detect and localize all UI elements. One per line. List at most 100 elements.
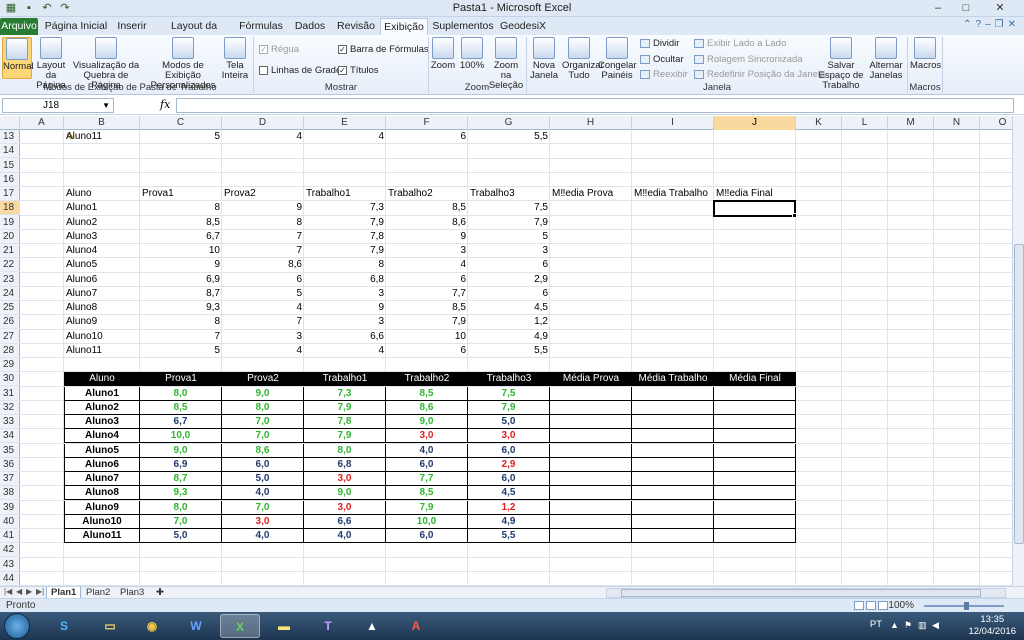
clock[interactable]: 13:35 12/04/2016: [968, 614, 1016, 638]
row-header-41[interactable]: 41: [0, 529, 20, 543]
table-cell[interactable]: 8,5: [386, 486, 468, 501]
table-cell[interactable]: [550, 443, 632, 458]
cell-value[interactable]: 8: [304, 258, 386, 272]
table-cell[interactable]: 9,3: [140, 486, 222, 501]
table-cell[interactable]: 8,0: [140, 500, 222, 515]
table-cell[interactable]: 6,0: [468, 472, 550, 486]
cell-student-name[interactable]: Aluno5: [64, 258, 140, 272]
table-cell[interactable]: [632, 457, 714, 472]
cell-value[interactable]: 7: [222, 230, 304, 244]
table-cell[interactable]: 4,5: [468, 486, 550, 501]
table-header-cell[interactable]: Prova2: [222, 372, 304, 387]
column-header-g[interactable]: G: [468, 116, 550, 130]
row-header-34[interactable]: 34: [0, 429, 20, 444]
cell-value[interactable]: 6: [468, 287, 550, 301]
name-box[interactable]: J18 ▼: [2, 98, 114, 113]
hide-button[interactable]: Ocultar: [640, 54, 684, 65]
table-cell[interactable]: [632, 400, 714, 415]
cell-header[interactable]: Aluno: [64, 187, 140, 201]
table-cell[interactable]: 3,0: [222, 514, 304, 529]
acrobat-icon[interactable]: A: [396, 614, 436, 638]
table-student-name[interactable]: Aluno10: [64, 514, 140, 529]
table-cell[interactable]: 6,0: [468, 443, 550, 458]
cell-value[interactable]: 9: [222, 201, 304, 215]
table-header-cell[interactable]: Prova1: [140, 372, 222, 387]
column-header-k[interactable]: K: [796, 116, 842, 130]
table-student-name[interactable]: Aluno9: [64, 500, 140, 515]
row-header-32[interactable]: 32: [0, 401, 20, 415]
cell-header[interactable]: Prova1: [140, 187, 222, 201]
table-cell[interactable]: 5,5: [468, 529, 550, 543]
table-cell[interactable]: [632, 443, 714, 458]
zoom-slider-knob[interactable]: [964, 602, 969, 610]
cell-value[interactable]: 9: [304, 301, 386, 315]
column-header-h[interactable]: H: [550, 116, 632, 130]
macros-button[interactable]: Macros: [910, 37, 941, 79]
cell-header[interactable]: M‼edia Final: [714, 187, 796, 201]
table-header-cell[interactable]: Aluno: [64, 372, 140, 387]
cell-value[interactable]: 7,3: [304, 201, 386, 215]
table-cell[interactable]: [714, 500, 796, 515]
cell-value[interactable]: 5,5: [468, 344, 550, 358]
inkscape-icon[interactable]: ▲: [352, 614, 392, 638]
insert-function-icon[interactable]: fx: [160, 98, 170, 111]
cell-header[interactable]: Trabalho2: [386, 187, 468, 201]
help-icon[interactable]: ?: [976, 19, 982, 30]
column-header-n[interactable]: N: [934, 116, 980, 130]
action-center-icon[interactable]: ⚑: [904, 620, 914, 630]
page-break-status-icon[interactable]: [878, 601, 888, 610]
cell-value[interactable]: 5: [140, 344, 222, 358]
table-cell[interactable]: 3,0: [468, 429, 550, 444]
workbook-restore-icon[interactable]: ❐: [995, 19, 1004, 30]
table-cell[interactable]: 6,0: [386, 529, 468, 543]
table-cell[interactable]: 7,9: [468, 400, 550, 415]
cell-value[interactable]: 6: [468, 258, 550, 272]
volume-icon[interactable]: ◀: [932, 620, 942, 630]
first-sheet-icon[interactable]: |◀: [4, 587, 12, 596]
table-cell[interactable]: 8,6: [386, 400, 468, 415]
table-cell[interactable]: [550, 400, 632, 415]
row-header-18[interactable]: 18: [0, 201, 20, 216]
cell-value[interactable]: 7: [140, 330, 222, 344]
row-header-13[interactable]: 13: [0, 130, 20, 144]
table-student-name[interactable]: Aluno5: [64, 443, 140, 458]
formula-input[interactable]: [176, 98, 1014, 113]
cell-value[interactable]: 7,9: [386, 315, 468, 329]
row-header-38[interactable]: 38: [0, 486, 20, 501]
cell-header[interactable]: M‼edia Prova: [550, 187, 632, 201]
cell-value[interactable]: 8,5: [386, 301, 468, 315]
row-header-22[interactable]: 22: [0, 258, 20, 273]
arrange-all-button[interactable]: Organizar Tudo: [562, 37, 604, 81]
cell-value[interactable]: 1,2: [468, 315, 550, 329]
table-cell[interactable]: 8,7: [140, 472, 222, 486]
table-header-cell[interactable]: Média Prova: [550, 372, 632, 387]
table-cell[interactable]: 9,0: [386, 415, 468, 429]
row-header-37[interactable]: 37: [0, 472, 20, 486]
table-header-cell[interactable]: Trabalho2: [386, 372, 468, 387]
reset-window-position-button[interactable]: Redefinir Posição da Janela: [694, 69, 825, 80]
table-cell[interactable]: 6,7: [140, 415, 222, 429]
network-icon[interactable]: ▥: [918, 620, 928, 630]
table-cell[interactable]: [550, 415, 632, 429]
column-header-f[interactable]: F: [386, 116, 468, 130]
view-side-by-side-button[interactable]: Exibir Lado a Lado: [694, 38, 786, 49]
cell-value[interactable]: 8: [140, 315, 222, 329]
table-cell[interactable]: 1,2: [468, 500, 550, 515]
table-cell[interactable]: 4,0: [386, 443, 468, 458]
cell-value[interactable]: 10: [386, 330, 468, 344]
column-header-l[interactable]: L: [842, 116, 888, 130]
table-cell[interactable]: [714, 486, 796, 501]
workbook-minimize-icon[interactable]: –: [985, 19, 991, 30]
table-cell[interactable]: [632, 472, 714, 486]
tray-expand-icon[interactable]: ▲: [890, 620, 900, 630]
tab-suplementos[interactable]: Suplementos: [432, 18, 494, 35]
table-cell[interactable]: 7,9: [304, 429, 386, 444]
cell-student-name[interactable]: Aluno11: [64, 344, 140, 358]
cell-value[interactable]: 8,5: [386, 201, 468, 215]
table-cell[interactable]: 8,5: [386, 386, 468, 401]
page-layout-view-button[interactable]: Layout da Página: [33, 37, 69, 91]
table-cell[interactable]: [550, 514, 632, 529]
table-cell[interactable]: 7,3: [304, 386, 386, 401]
table-header-cell[interactable]: Trabalho3: [468, 372, 550, 387]
column-header-a[interactable]: A: [20, 116, 64, 130]
